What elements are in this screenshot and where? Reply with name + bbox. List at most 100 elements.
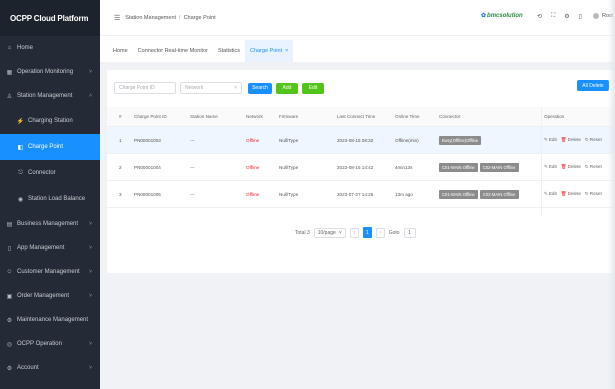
sidebar-item-label: Home	[17, 45, 34, 51]
account-icon: ⚙	[6, 365, 13, 372]
breadcrumb-item-station-management[interactable]: Station Management	[125, 15, 176, 21]
business-icon: ▤	[6, 221, 13, 228]
table-row[interactable]: 2 PN00001004 --- Offline Null/Type 2023-08-15…	[107, 154, 615, 181]
col-index: #	[119, 114, 122, 119]
chevron-icon: ˅	[89, 293, 92, 299]
delete-button[interactable]: 🗑Delete	[561, 137, 581, 143]
chevron-icon: ˅	[89, 365, 92, 371]
row-operations: ✎Edit 🗑Delete ↻Reset	[544, 127, 606, 153]
app-title: OCPP Cloud Platform	[0, 0, 100, 36]
charge-point-id: PN00001003	[134, 137, 161, 143]
search-button[interactable]: Search	[248, 82, 272, 94]
size-icon[interactable]: ▯	[579, 13, 582, 20]
close-icon[interactable]: ×	[285, 48, 288, 54]
sidebar-item-label: Charging Station	[28, 118, 73, 124]
connector-badge[interactable]: C01-MAIN Offline	[439, 162, 478, 172]
fullscreen-icon[interactable]: ⛶	[551, 13, 555, 20]
operation-column-divider	[541, 107, 542, 217]
tab-charge-point[interactable]: Charge Point ×	[245, 40, 294, 62]
menu-toggle-icon[interactable]: ☰	[114, 14, 120, 22]
connector-badge[interactable]: Busy(Offline)Offline	[439, 135, 482, 145]
button-label: Edit	[308, 85, 318, 91]
operation-label: Edit	[548, 164, 557, 169]
input-placeholder: Charge Point ID	[119, 85, 155, 91]
last-connect-time: 2023-07-27 14:25	[337, 191, 374, 197]
table-row[interactable]: 3 PN00001005 --- Offline Null/Type 2023-07-27…	[107, 181, 615, 208]
delete-button[interactable]: 🗑Delete	[561, 164, 581, 170]
sidebar-item-order[interactable]: ▣ Order Management ˅	[0, 284, 100, 308]
network-select[interactable]: Network ˅	[180, 82, 242, 94]
connector-badge[interactable]: C02-MAIN Offline	[479, 162, 519, 172]
firmware: Null/Type	[279, 137, 299, 143]
settings-icon[interactable]: ⚙	[564, 13, 569, 20]
reset-button[interactable]: ↻Reset	[585, 164, 602, 170]
sidebar-item-maintenance[interactable]: ⚙ Maintenance Management	[0, 308, 100, 332]
logo-leaf-icon: ✿	[481, 13, 487, 19]
reset-icon: ↻	[584, 191, 589, 196]
station-name: ---	[190, 164, 195, 170]
goto-page-input[interactable]: 1	[403, 227, 416, 238]
table-row[interactable]: 1 PN00001003 --- Offline Null/Type 2023-08-15…	[107, 127, 615, 154]
load-balance-icon: ◉	[17, 196, 24, 203]
charge-point-id-input[interactable]: Charge Point ID	[114, 82, 176, 94]
next-page-button[interactable]: ›	[375, 227, 385, 238]
tab-label: Home	[113, 48, 128, 54]
col-network: Network	[246, 114, 263, 119]
order-icon: ▣	[6, 293, 13, 300]
reset-button[interactable]: ↻Reset	[585, 191, 602, 197]
add-button[interactable]: Add	[276, 82, 298, 94]
sidebar-item-app[interactable]: ▯ App Management ˅	[0, 236, 100, 260]
sidebar-item-business[interactable]: ▤ Business Management ˅	[0, 212, 100, 236]
reset-icon: ↻	[584, 164, 589, 169]
tab-home[interactable]: Home	[108, 40, 133, 62]
maintenance-icon: ⚙	[6, 317, 13, 324]
last-connect-time: 2023-08-15 14:42	[337, 164, 374, 170]
charge-point-icon: ◧	[17, 144, 24, 151]
connector-list: C01-MAIN Offline C02-MAIN Offline	[439, 154, 521, 180]
sidebar-item-charge-point[interactable]: ◧ Charge Point	[0, 134, 100, 160]
logo-text: bmcsolution	[487, 12, 523, 19]
col-charge-point-id: Charge Point ID	[134, 114, 167, 119]
page-number-current[interactable]: 1	[362, 227, 372, 238]
edit-button[interactable]: ✎Edit	[544, 137, 557, 143]
delete-button[interactable]: 🗑Delete	[561, 191, 581, 197]
sidebar-item-label: App Management	[17, 245, 65, 251]
sidebar-item-monitor[interactable]: ▦ Operation Monitoring ˅	[0, 60, 100, 84]
charging-station-icon: ⚡	[16, 118, 25, 125]
tab-statistics[interactable]: Statistics	[213, 40, 245, 62]
sidebar-item-load-balance[interactable]: ◉ Station Load Balance	[0, 186, 100, 212]
delete-all-button[interactable]: All Delete	[577, 80, 609, 91]
sidebar-item-account[interactable]: ⚙ Account ˅	[0, 356, 100, 380]
breadcrumb-separator: /	[179, 14, 181, 21]
sidebar-item-label: Customer Management	[17, 269, 80, 275]
chevron-down-icon: ˅	[338, 229, 342, 236]
reset-button[interactable]: ↻Reset	[585, 137, 602, 143]
sidebar-item-home[interactable]: ⌂ Home	[0, 36, 100, 60]
filter-bar: Charge Point ID Network ˅ Search Add Edi…	[114, 82, 324, 94]
sidebar-item-customer[interactable]: ☺ Customer Management ˅	[0, 260, 100, 284]
charge-point-id: PN00001004	[134, 164, 161, 170]
prev-page-button[interactable]: ‹	[349, 227, 359, 238]
connector-badge[interactable]: C01-MAIN Offline	[439, 189, 478, 199]
edit-button[interactable]: ✎Edit	[544, 191, 557, 197]
row-index: 1	[119, 137, 122, 143]
edit-button[interactable]: ✎Edit	[544, 164, 557, 170]
refresh-icon[interactable]: ⟲	[537, 13, 542, 20]
app-root: OCPP Cloud Platform ⌂ Home ▦ Operation Moni…	[0, 0, 615, 389]
sidebar-item-connector[interactable]: ⎋ Connector	[0, 160, 100, 186]
col-firmware: Firmware	[279, 114, 299, 119]
charge-point-id: PN00001005	[134, 191, 161, 197]
sidebar-item-charging-station[interactable]: ⚡ Charging Station	[0, 108, 100, 134]
header-icons: ⟲ ⛶ ⚙ ▯	[537, 13, 582, 20]
sidebar-item-station[interactable]: ♙ Station Management ˄	[0, 84, 100, 108]
home-icon: ⌂	[7, 45, 12, 51]
pagination: Total 3 10/page ˅ ‹ 1 › Goto 1	[295, 227, 416, 238]
connector-badge[interactable]: C02-MAIN Offline	[479, 189, 519, 199]
sidebar-item-label: Business Management	[17, 221, 79, 227]
network-status: Offline	[246, 191, 260, 197]
tab-connector-monitor[interactable]: Connector Real-time Monitor	[133, 40, 213, 62]
online-time: 13m ago	[395, 191, 413, 197]
page-size-select[interactable]: 10/page ˅	[313, 227, 346, 238]
edit-button[interactable]: Edit	[302, 82, 324, 94]
sidebar-item-ocpp[interactable]: ◎ OCPP Operation ˅	[0, 332, 100, 356]
